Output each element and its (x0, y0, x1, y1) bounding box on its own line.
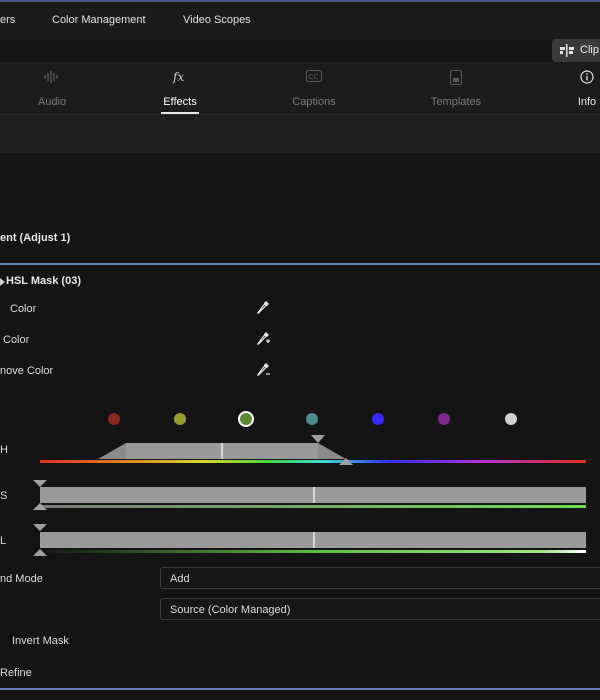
blend-mode-value: Add (170, 573, 190, 585)
tab-captions-label: Captions (292, 96, 336, 108)
preset-blue[interactable] (372, 413, 384, 425)
menu-item-ers[interactable]: ers (0, 14, 15, 26)
preset-green-selected[interactable] (240, 413, 252, 425)
collapse-chevron-icon[interactable] (0, 278, 5, 286)
tab-effects-label: Effects (163, 96, 197, 108)
audio-waveform-icon (44, 71, 58, 83)
hue-range-control[interactable] (0, 432, 600, 472)
preset-yellow[interactable] (174, 413, 186, 425)
templates-icon (450, 70, 462, 85)
tab-audio-label: Audio (37, 96, 67, 108)
saturation-range-core[interactable] (40, 487, 586, 503)
eyedropper-add-icon[interactable] (256, 331, 271, 346)
add-color-label: Color (3, 334, 30, 346)
saturation-gradient-bar (40, 505, 586, 508)
tab-audio[interactable]: Audio (22, 62, 82, 114)
preset-white[interactable] (505, 413, 517, 425)
remove-color-label: nove Color (0, 365, 54, 377)
luminance-gradient-bar (40, 550, 586, 553)
component-title[interactable]: ent (Adjust 1) (0, 232, 70, 244)
preset-cyan[interactable] (306, 413, 318, 425)
eyedropper-remove-icon[interactable] (256, 362, 271, 377)
clip-button-label: Clip (580, 44, 599, 56)
saturation-top-handle[interactable] (33, 480, 47, 487)
tab-templates-label: Templates (430, 96, 482, 108)
svg-text:fx: fx (172, 70, 184, 84)
clip-button[interactable]: Clip (552, 39, 600, 62)
info-icon (580, 70, 594, 84)
captions-cc-icon: CC (306, 70, 322, 82)
tab-info[interactable]: Info (570, 62, 600, 114)
luminance-range-core[interactable] (40, 532, 586, 548)
menu-item-color-management[interactable]: Color Management (52, 14, 146, 26)
blend-mode-label: nd Mode (0, 573, 43, 585)
section-divider (0, 263, 600, 265)
menu-item-video-scopes[interactable]: Video Scopes (183, 14, 251, 26)
source-dropdown[interactable]: Source (Color Managed) (160, 598, 600, 620)
fx-icon: fx (172, 70, 184, 84)
select-color-label: Color (10, 303, 37, 315)
preset-red[interactable] (108, 413, 120, 425)
hue-gradient-bar (40, 460, 586, 463)
refine-label[interactable]: Refine (0, 667, 32, 679)
tab-captions[interactable]: CC Captions (284, 62, 344, 114)
preset-magenta[interactable] (438, 413, 450, 425)
tab-info-label: Info (577, 96, 597, 108)
luminance-top-handle[interactable] (33, 524, 47, 531)
section-divider-bottom (0, 688, 600, 690)
luminance-range-control[interactable] (0, 520, 600, 560)
eyedropper-icon[interactable] (256, 300, 270, 315)
invert-mask-label[interactable]: Invert Mask (12, 635, 69, 647)
blend-mode-dropdown[interactable]: Add (160, 567, 600, 589)
svg-text:CC: CC (309, 73, 319, 81)
clip-split-icon (560, 44, 574, 57)
hsl-mask-title[interactable]: HSL Mask (03) (6, 275, 81, 287)
tab-effects[interactable]: fx Effects (150, 62, 210, 114)
panel-toolbar-strip (0, 114, 600, 153)
panel-tab-bar: Audio fx Effects CC Captions Templates I… (0, 62, 600, 114)
tab-templates[interactable]: Templates (420, 62, 492, 114)
hue-top-handle[interactable] (311, 435, 325, 443)
source-value: Source (Color Managed) (170, 604, 291, 616)
top-menu-bar: ers Color Management Video Scopes (0, 0, 600, 40)
saturation-range-control[interactable] (0, 476, 600, 514)
